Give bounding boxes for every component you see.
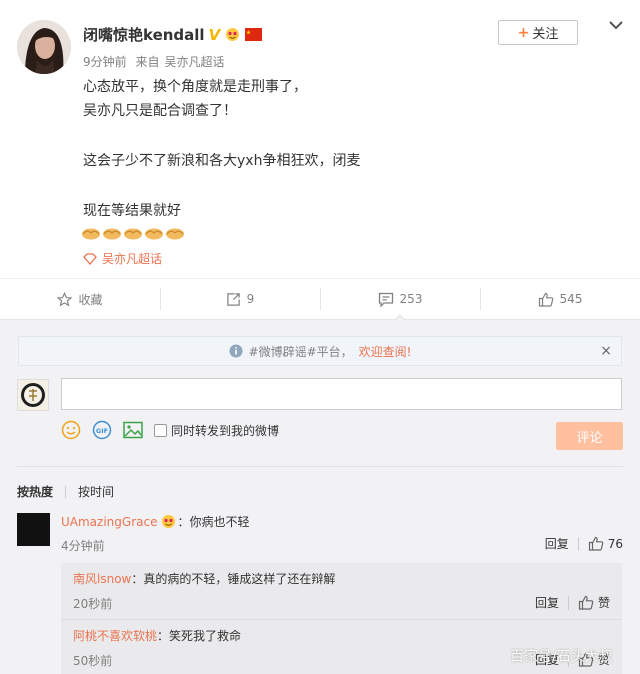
author-avatar[interactable]: [17, 20, 71, 74]
star-icon: [57, 291, 73, 306]
handshake-emoji-icon: [82, 228, 100, 240]
chevron-down-icon[interactable]: [606, 16, 626, 34]
topic-label: 吴亦凡超话: [102, 252, 163, 266]
reply-ops: 回复 赞: [535, 594, 610, 611]
like-button[interactable]: 545: [480, 279, 640, 319]
emoji-badge-icon: [162, 515, 176, 528]
handshake-emoji-icon: [103, 228, 121, 240]
follow-label: 关注: [532, 27, 559, 42]
plus-icon: +: [517, 24, 530, 41]
comment-input[interactable]: [61, 378, 622, 410]
emoji-icon[interactable]: [61, 420, 81, 440]
author-name-row: 闭嘴惊艳kendall V: [83, 24, 263, 45]
submit-comment-button[interactable]: 评论: [556, 422, 623, 450]
close-icon[interactable]: ×: [600, 343, 612, 359]
rumor-notice: #微博辟谣#平台， 欢迎查阅! ×: [18, 336, 622, 366]
repost-icon: [226, 292, 240, 306]
comment-username[interactable]: UAmazingGrace: [61, 515, 157, 529]
comment-time: 4分钟前: [61, 539, 105, 553]
reply-like-button[interactable]: 赞: [578, 594, 610, 611]
comment-button[interactable]: 253: [320, 279, 480, 319]
favorite-label: 收藏: [78, 292, 103, 307]
content-line-3: 这会子少不了新浪和各大yxh争相狂欢，闭麦: [83, 153, 361, 169]
sort-tabs: 按热度 按时间: [17, 483, 114, 500]
repost-option-label: 同时转发到我的微博: [171, 423, 280, 438]
topic-tag[interactable]: 吴亦凡超话: [83, 250, 162, 267]
reply-like-label: 赞: [597, 596, 610, 610]
comment-like-count: 76: [607, 536, 623, 551]
image-icon[interactable]: [123, 421, 143, 439]
thumbs-up-icon: [588, 536, 603, 551]
comment-line: UAmazingGrace ：你病也不轻: [61, 513, 249, 530]
handshake-emoji-icon: [166, 228, 184, 240]
reply-username[interactable]: 南风lsnow: [73, 572, 131, 586]
divider: [17, 466, 623, 467]
commenter-avatar[interactable]: [17, 513, 50, 546]
author-name[interactable]: 闭嘴惊艳kendall: [83, 24, 205, 45]
comment-count: 253: [399, 292, 423, 306]
comment-tools: GIF 同时转发到我的微博: [61, 420, 279, 440]
reply-text: ：真的病的不轻，锤成这样了还在辩解: [131, 572, 336, 586]
post-source[interactable]: 吴亦凡超话: [164, 55, 224, 69]
reply-button[interactable]: 回复: [535, 594, 559, 611]
content-line-1: 心态放平，换个角度就是走刑事了，: [83, 79, 307, 95]
notice-link[interactable]: 欢迎查阅!: [359, 343, 412, 360]
gif-icon[interactable]: GIF: [92, 420, 112, 440]
tab-sort-by-time[interactable]: 按时间: [78, 483, 114, 500]
watermark: 百家号/石头大叔: [510, 649, 613, 665]
post-source-prefix: 来自: [135, 55, 160, 69]
china-flag-icon: [245, 27, 263, 42]
verified-icon: V: [208, 25, 221, 44]
diamond-icon: [83, 252, 97, 265]
favorite-button[interactable]: 收藏: [0, 279, 160, 319]
comment-icon: [378, 292, 393, 307]
reply-line: 南风lsnow：真的病的不轻，锤成这样了还在辩解: [73, 570, 335, 587]
action-bar: 收藏 9 253 545: [0, 278, 640, 320]
reply-line: 阿桃不喜欢软桃：笑死我了救命: [73, 627, 241, 644]
my-avatar: [17, 379, 49, 411]
reply-time: 50秒前: [73, 654, 113, 668]
content-line-4: 现在等结果就好: [83, 203, 181, 219]
repost-button[interactable]: 9: [160, 279, 320, 319]
like-count: 545: [559, 292, 583, 306]
reply-item: 南风lsnow：真的病的不轻，锤成这样了还在辩解 20秒前 回复 赞: [61, 563, 622, 619]
info-icon: [229, 344, 243, 358]
post-meta: 9分钟前 来自 吴亦凡超话: [83, 53, 225, 70]
weibo-post: 闭嘴惊艳kendall V 9分钟前 来自 吴亦凡超话 + 关注 心态放平，换个角…: [0, 0, 640, 278]
reply-text: ：笑死我了救命: [157, 629, 242, 643]
emoji-row: [81, 225, 185, 241]
reply-time: 20秒前: [73, 597, 113, 611]
repost-to-my-weibo-option[interactable]: 同时转发到我的微博: [154, 422, 279, 439]
comment-ops: 回复 76: [545, 535, 623, 552]
post-time[interactable]: 9分钟前: [83, 55, 127, 69]
post-content: 心态放平，换个角度就是走刑事了， 吴亦凡只是配合调查了！ 这会子少不了新浪和各大…: [83, 75, 360, 223]
handshake-emoji-icon: [145, 228, 163, 240]
follow-button[interactable]: + 关注: [498, 20, 578, 45]
comments-panel: #微博辟谣#平台， 欢迎查阅! × GIF 同时转发到我的微博 评论 按热度 按时…: [0, 320, 640, 674]
comment-text: ：你病也不轻: [177, 515, 250, 529]
reply-button[interactable]: 回复: [545, 535, 569, 552]
repost-checkbox[interactable]: [154, 423, 167, 437]
handshake-emoji-icon: [124, 228, 142, 240]
svg-text:GIF: GIF: [96, 427, 108, 435]
notice-text: #微博辟谣#平台，: [248, 344, 353, 359]
comment-like-button[interactable]: 76: [588, 536, 623, 551]
emoji-badge-icon: [224, 27, 241, 42]
repost-count: 9: [246, 292, 255, 306]
reply-username[interactable]: 阿桃不喜欢软桃: [73, 629, 157, 643]
content-line-2: 吴亦凡只是配合调查了！: [83, 103, 237, 119]
thumbs-up-icon: [538, 292, 553, 307]
thumbs-up-icon: [578, 595, 594, 610]
tab-sort-by-hot[interactable]: 按热度: [17, 483, 53, 500]
